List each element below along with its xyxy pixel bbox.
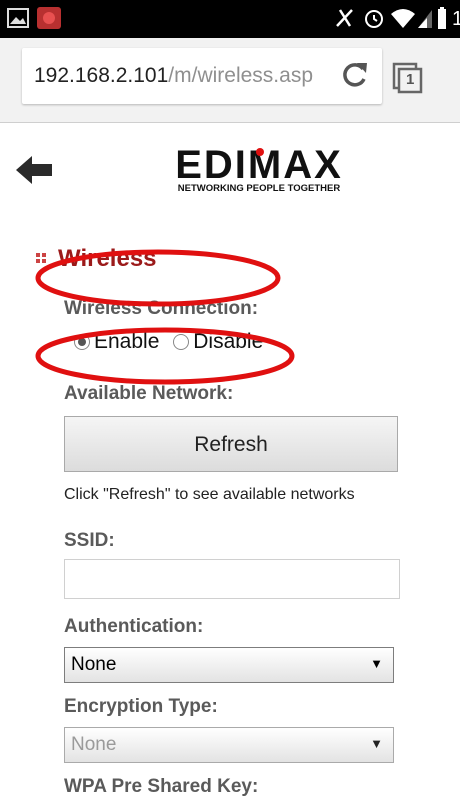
wifi-icon (391, 9, 415, 28)
section-title: Wireless (58, 245, 157, 272)
wireless-connection-radio-group: Enable Disable (74, 330, 263, 356)
available-network-label: Available Network: (64, 383, 234, 404)
ssid-input[interactable] (64, 559, 400, 599)
disable-radio-label[interactable]: Disable (193, 330, 263, 353)
mute-icon (336, 9, 353, 27)
enable-radio[interactable] (74, 334, 90, 351)
authentication-select[interactable]: None ▼ (64, 647, 394, 683)
ssid-label: SSID: (64, 530, 115, 551)
section-bullet-icon (36, 253, 46, 263)
url-host: 192.168.2.101 (34, 64, 169, 87)
app-notification-icon (37, 7, 61, 29)
status-bar: 1 (0, 0, 460, 38)
dropdown-arrow-icon: ▼ (370, 736, 383, 751)
url-path: /m/wireless.asp (168, 64, 313, 87)
encryption-type-select[interactable]: None ▼ (64, 727, 394, 763)
disable-radio[interactable] (173, 334, 190, 351)
tab-switcher-button[interactable]: 1 (392, 62, 424, 94)
authentication-value: None (71, 654, 117, 675)
address-bar[interactable]: 192.168.2.101/m/wireless.asp (22, 48, 382, 104)
battery-icon (438, 7, 446, 29)
authentication-label: Authentication: (64, 616, 204, 637)
signal-icon (418, 10, 432, 28)
alarm-icon (365, 10, 383, 28)
encryption-type-label: Encryption Type: (64, 696, 218, 717)
back-arrow-icon[interactable] (16, 154, 56, 186)
wireless-connection-label: Wireless Connection: (64, 298, 259, 319)
refresh-button[interactable]: Refresh (64, 416, 398, 472)
dropdown-arrow-icon: ▼ (370, 656, 383, 671)
url-text[interactable]: 192.168.2.101/m/wireless.asp (34, 64, 313, 88)
logo-tagline: NETWORKING PEOPLE TOGETHER (178, 183, 341, 194)
tab-count: 1 (406, 71, 415, 88)
image-notification-icon (7, 8, 29, 28)
clock-text: 1 (452, 8, 460, 30)
wpa-key-label: WPA Pre Shared Key: (64, 776, 259, 797)
reload-icon[interactable] (340, 60, 370, 90)
refresh-hint: Click "Refresh" to see available network… (64, 486, 355, 503)
encryption-type-value: None (71, 734, 117, 755)
edimax-logo: EDIMAX NETWORKING PEOPLE TOGETHER (156, 143, 362, 194)
enable-radio-label[interactable]: Enable (94, 330, 159, 353)
browser-toolbar: 192.168.2.101/m/wireless.asp 1 (0, 38, 460, 123)
